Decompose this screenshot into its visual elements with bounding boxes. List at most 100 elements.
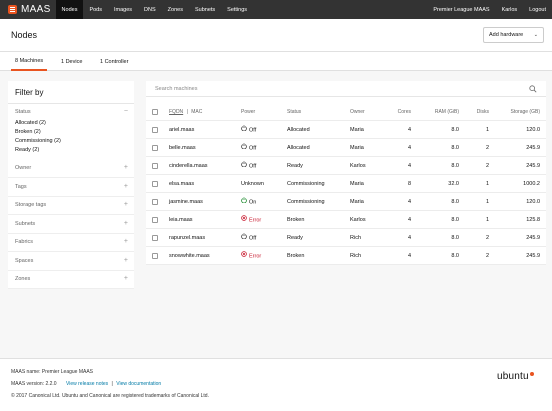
facet-tags[interactable]: Tags + [8,179,134,197]
plus-icon: + [123,256,128,264]
nav-item-dns[interactable]: DNS [138,0,162,19]
nav-item-subnets[interactable]: Subnets [189,0,221,19]
row-ram: 8.0 [451,199,459,205]
row-power: Error [241,211,261,229]
row-fqdn[interactable]: belle.maas [169,139,196,157]
release-notes-link[interactable]: View release notes [66,381,108,387]
maas-version-label: MAAS version: [11,381,45,387]
row-storage: 120.0 [526,199,540,205]
header-disks[interactable]: Disks [464,103,489,121]
row-disks: 1 [485,181,489,187]
row-power-label: Error [249,217,262,224]
row-owner: Maria [350,127,364,133]
row-status: Ready [287,163,303,169]
status-filter-option[interactable]: Ready (2) [15,146,61,155]
row-owner: Karlos [350,163,366,169]
row-cores: 4 [407,163,411,169]
row-fqdn[interactable]: ariel.maas [169,121,194,139]
row-checkbox[interactable] [152,145,158,151]
search-icon[interactable] [529,85,537,93]
nav-logout[interactable]: Logout [523,0,552,19]
row-disks: 1 [485,217,489,223]
table-row[interactable]: ariel.maas Off Allocated Maria 4 8.0 1 120.0 [146,121,546,139]
plus-icon: + [123,275,128,282]
row-power-label: Off [249,163,257,170]
row-cores: 4 [407,217,411,223]
row-checkbox[interactable] [152,217,158,223]
facet-label: Zones [15,276,31,282]
status-values: Allocated (2) Broken (2) Commissioning (2)… [15,119,61,155]
table-row[interactable]: snowwhite.maas Error Broken Rich 4 8.0 2 245.9 [146,247,546,265]
header-power[interactable]: Power [241,103,255,121]
row-storage: 245.9 [526,253,540,259]
row-checkbox[interactable] [152,163,158,169]
row-power: Off [241,157,256,175]
facet-status[interactable]: Status − [8,104,134,118]
search-bar [146,81,546,97]
maas-logo[interactable]: MAAS [0,0,51,19]
row-ram: 8.0 [451,145,459,151]
row-fqdn[interactable]: elsa.maas [169,175,194,193]
table-row[interactable]: leia.maas Error Broken Karlos 4 8.0 1 125.8 [146,211,546,229]
nav-maas-name[interactable]: Premier League MAAS [427,0,495,19]
header-cores[interactable]: Cores [386,103,411,121]
status-filter-option[interactable]: Commissioning (2) [15,137,61,146]
row-power-label: Error [249,253,262,260]
nav-item-images[interactable]: Images [108,0,138,19]
row-fqdn[interactable]: leia.maas [169,211,193,229]
row-checkbox[interactable] [152,181,158,187]
table-row[interactable]: cinderella.maas Off Ready Karlos 4 8.0 2 245.9 [146,157,546,175]
row-fqdn[interactable]: rapunzel.maas [169,229,205,247]
facet-fabrics[interactable]: Fabrics + [8,234,134,252]
header-owner[interactable]: Owner [350,103,365,121]
add-hardware-label: Add hardware [489,32,524,38]
nav-user-menu[interactable]: Karlos [496,0,524,19]
maas-name-line: MAAS name: Premier League MAAS [11,369,93,375]
facet-subnets[interactable]: Subnets + [8,216,134,234]
header-mac[interactable]: MAC [191,109,202,115]
row-checkbox[interactable] [152,127,158,133]
row-storage: 1000.2 [523,181,540,187]
table-row[interactable]: jasmine.maas On Commissioning Maria 4 8.0 1 120… [146,193,546,211]
header-ram[interactable]: RAM (GiB) [421,103,459,121]
status-filter-option[interactable]: Allocated (2) [15,119,61,128]
nav-item-pods[interactable]: Pods [83,0,108,19]
top-navigation: MAAS Nodes Pods Images DNS Zones Subnets Setti… [0,0,552,19]
status-filter-option[interactable]: Broken (2) [15,128,61,137]
row-status: Commissioning [287,199,325,205]
add-hardware-dropdown[interactable]: Add hardware ⌄ [483,27,544,43]
nav-item-nodes[interactable]: Nodes [55,0,84,19]
documentation-link[interactable]: View documentation [116,381,161,387]
facet-owner[interactable]: Owner + [8,160,134,178]
row-disks: 1 [485,127,489,133]
tab-device[interactable]: 1 Device [57,52,86,71]
facet-zones[interactable]: Zones + [8,271,134,289]
power-icon [241,139,247,157]
table-row[interactable]: rapunzel.maas Off Ready Rich 4 8.0 2 245.9 [146,229,546,247]
facet-spaces[interactable]: Spaces + [8,253,134,271]
search-input[interactable] [146,81,526,97]
row-checkbox[interactable] [152,253,158,259]
row-fqdn[interactable]: cinderella.maas [169,157,208,175]
tab-controller[interactable]: 1 Controller [96,52,132,71]
facet-storage-tags[interactable]: Storage tags + [8,197,134,215]
power-icon [241,157,247,175]
table-row[interactable]: belle.maas Off Allocated Maria 4 8.0 2 245.9 [146,139,546,157]
facet-label: Storage tags [15,202,47,208]
row-cores: 4 [407,199,411,205]
table-row[interactable]: elsa.maas Unknown Commissioning Maria 8 32.0 1… [146,175,546,193]
header-storage[interactable]: Storage (GB) [491,103,540,121]
row-checkbox[interactable] [152,199,158,205]
tab-machines[interactable]: 8 Machines [11,52,48,71]
row-fqdn[interactable]: jasmine.maas [169,193,203,211]
nav-item-zones[interactable]: Zones [162,0,189,19]
facet-label: Owner [15,165,32,171]
header-fqdn[interactable]: FQDN [169,109,183,115]
nav-item-settings[interactable]: Settings [221,0,253,19]
node-type-tabs: 8 Machines 1 Device 1 Controller [0,52,552,71]
row-fqdn[interactable]: snowwhite.maas [169,247,210,265]
facet-label: Tags [15,183,27,190]
select-all-checkbox[interactable] [152,109,158,115]
row-checkbox[interactable] [152,235,158,241]
header-status[interactable]: Status [287,103,301,121]
